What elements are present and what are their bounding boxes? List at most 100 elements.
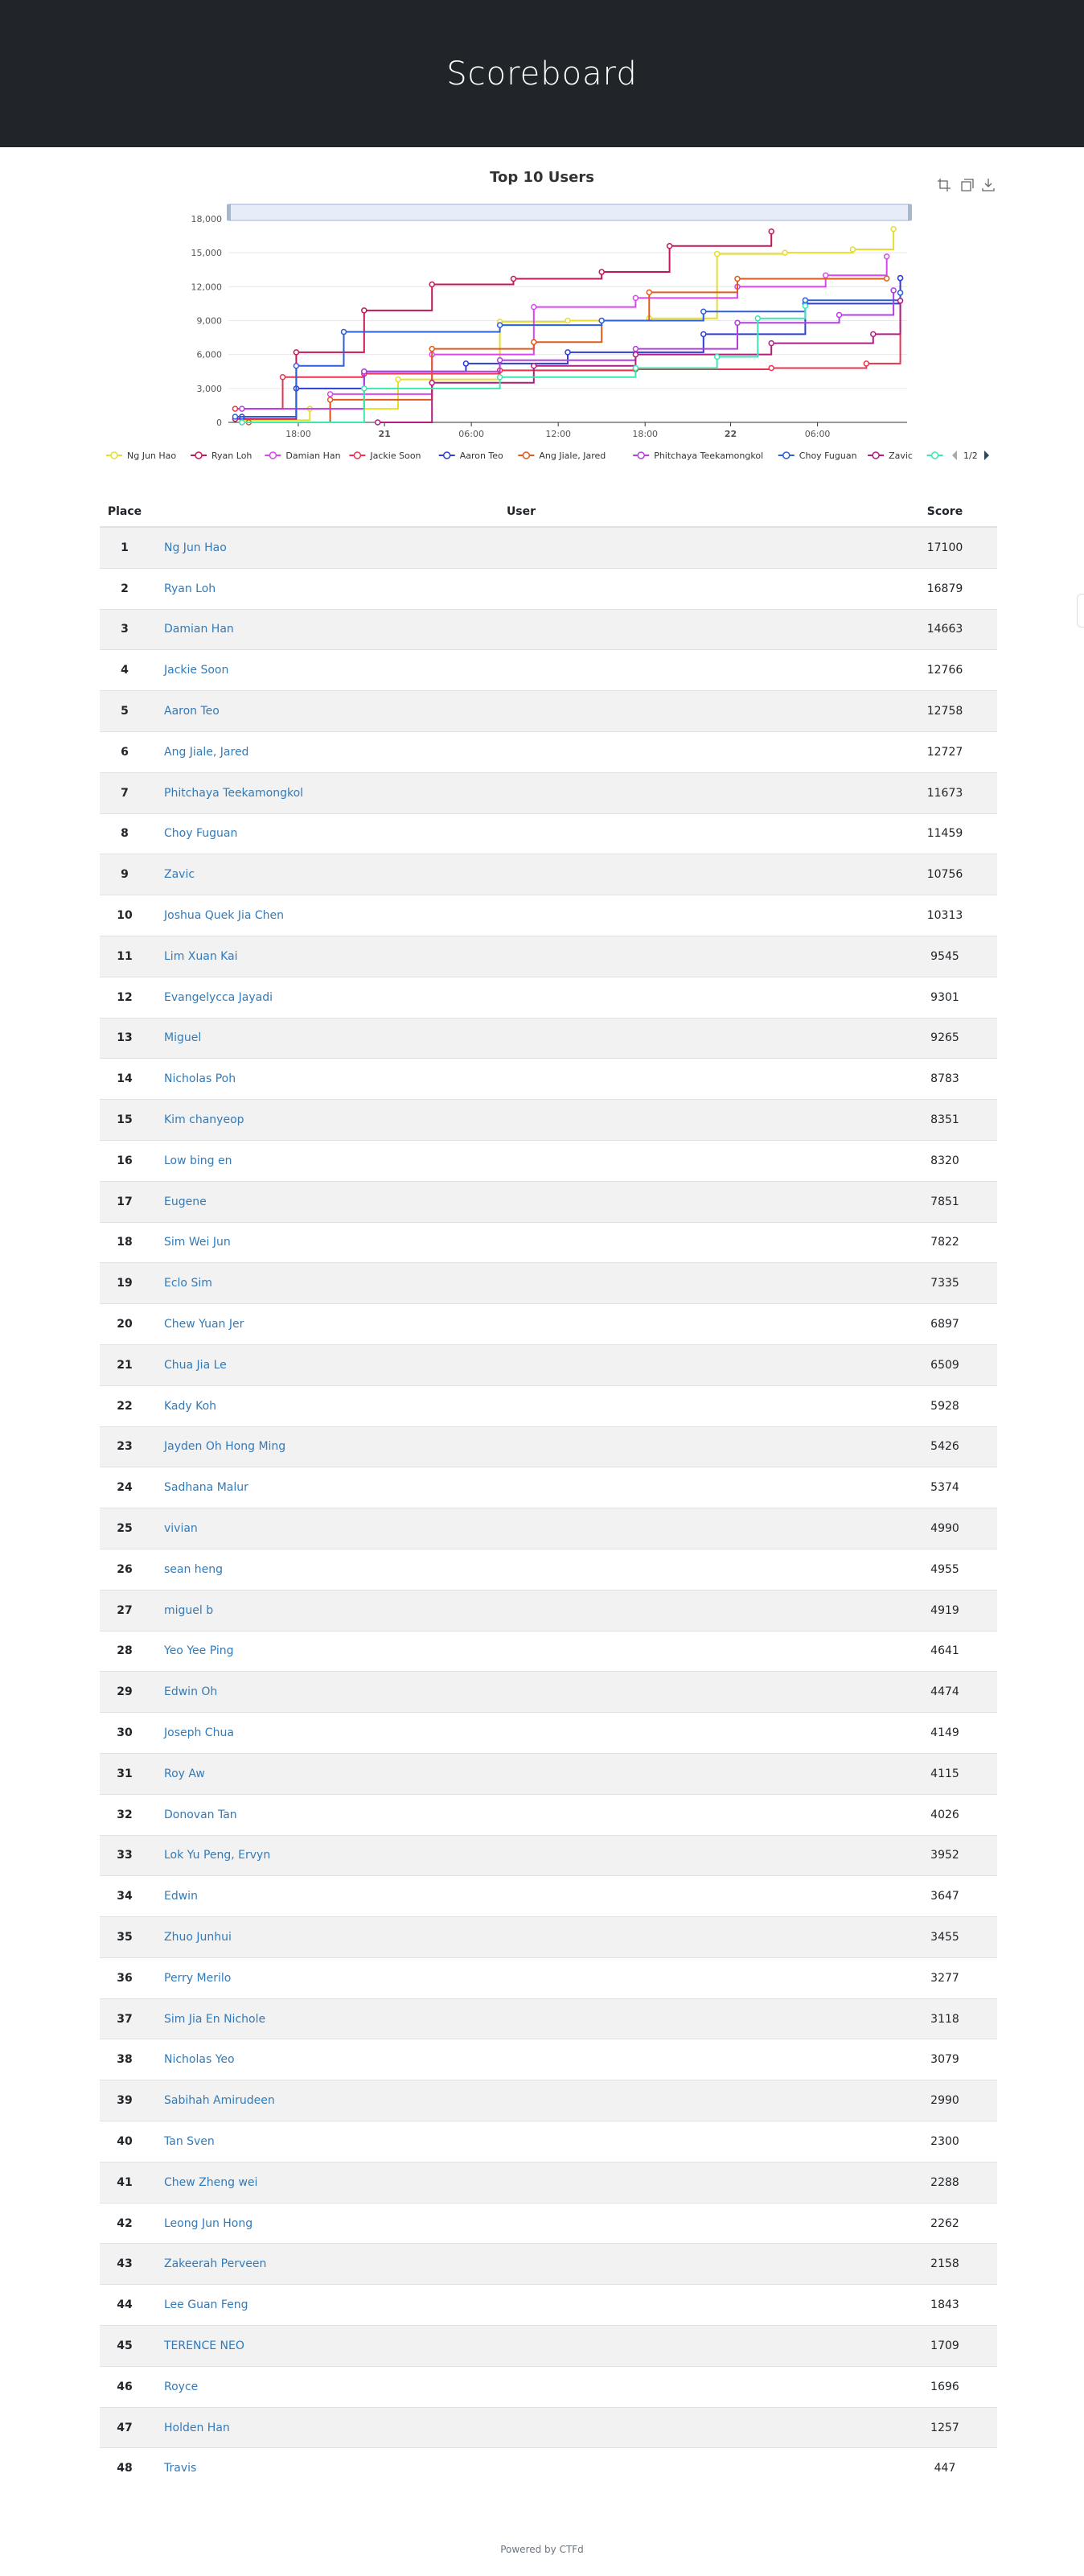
user-link[interactable]: Zhuo Junhui xyxy=(164,1931,232,1944)
score-cell: 5928 xyxy=(893,1385,997,1427)
user-link[interactable]: Holden Han xyxy=(164,2422,230,2434)
place-cell: 48 xyxy=(100,2447,150,2489)
user-link[interactable]: Miguel xyxy=(164,1031,201,1044)
user-link[interactable]: Edwin xyxy=(164,1890,198,1903)
user-link[interactable]: Phitchaya Teekamongkol xyxy=(164,787,303,800)
place-cell: 43 xyxy=(100,2243,150,2285)
place-cell: 9 xyxy=(100,854,150,895)
user-link[interactable]: sean heng xyxy=(164,1563,223,1576)
series-point xyxy=(496,356,503,364)
user-link[interactable]: Kady Koh xyxy=(164,1400,216,1413)
user-link[interactable]: Zavic xyxy=(164,868,195,881)
user-link[interactable]: Royce xyxy=(164,2381,198,2393)
user-link[interactable]: Edwin Oh xyxy=(164,1685,217,1698)
user-link[interactable]: Joshua Quek Jia Chen xyxy=(164,909,284,922)
legend-item[interactable]: Phitchaya Teekamongkol xyxy=(633,451,763,461)
user-link[interactable]: Sim Jia En Nichole xyxy=(164,2013,265,2026)
user-link[interactable]: Eugene xyxy=(164,1195,207,1208)
series-point xyxy=(531,362,537,369)
user-link[interactable]: Eclo Sim xyxy=(164,1277,212,1290)
user-link[interactable]: Yeo Yee Ping xyxy=(164,1644,233,1657)
user-link[interactable]: Donovan Tan xyxy=(164,1809,237,1821)
user-link[interactable]: Tan Sven xyxy=(164,2135,215,2148)
user-link[interactable]: Nicholas Yeo xyxy=(164,2053,235,2066)
scoreboard-table: Place User Score 1 Ng Jun Hao 17100 2 Ryan L… xyxy=(100,497,997,2489)
legend-next-page-icon[interactable] xyxy=(984,451,989,460)
legend-item[interactable]: Aaron Teo xyxy=(438,451,503,461)
place-cell: 2 xyxy=(100,567,150,610)
user-link[interactable]: Lim Xuan Kai xyxy=(164,950,238,963)
series-point xyxy=(734,319,741,327)
legend-item[interactable]: Ng Jun Hao xyxy=(106,451,176,461)
user-link[interactable]: Perry Merilo xyxy=(164,1972,231,1985)
side-panel-tab[interactable] xyxy=(1077,594,1084,628)
place-cell: 31 xyxy=(100,1752,150,1795)
legend-item[interactable] xyxy=(926,451,943,459)
legend-item[interactable]: Damian Han xyxy=(265,451,341,461)
series-point xyxy=(496,322,503,328)
user-link[interactable]: miguel b xyxy=(164,1604,213,1617)
legend-item[interactable]: Zavic xyxy=(868,451,913,461)
user-link[interactable]: Lee Guan Feng xyxy=(164,2298,248,2311)
user-link[interactable]: Travis xyxy=(164,2462,196,2475)
user-link[interactable]: Choy Fuguan xyxy=(164,827,237,840)
table-row: 45 TERENCE NEO 1709 xyxy=(100,2325,997,2367)
user-link[interactable]: Evangelycca Jayadi xyxy=(164,991,273,1004)
legend-prev-page-icon[interactable] xyxy=(952,451,957,460)
legend-marker xyxy=(353,451,362,459)
user-link[interactable]: Zakeerah Perveen xyxy=(164,2257,266,2270)
table-row: 20 Chew Yuan Jer 6897 xyxy=(100,1303,997,1345)
user-link[interactable]: Sabihah Amirudeen xyxy=(164,2094,275,2107)
user-link[interactable]: Jackie Soon xyxy=(164,664,228,677)
legend-marker xyxy=(110,451,118,459)
user-cell: Zavic xyxy=(150,854,893,895)
user-link[interactable]: Damian Han xyxy=(164,623,234,636)
user-link[interactable]: Chew Yuan Jer xyxy=(164,1318,244,1331)
user-link[interactable]: Nicholas Poh xyxy=(164,1072,236,1085)
table-row: 6 Ang Jiale, Jared 12727 xyxy=(100,730,997,773)
user-link[interactable]: Chua Jia Le xyxy=(164,1359,227,1372)
table-row: 41 Chew Zheng wei 2288 xyxy=(100,2161,997,2204)
user-link[interactable]: Jayden Oh Hong Ming xyxy=(164,1440,285,1453)
legend-item[interactable]: Choy Fuguan xyxy=(778,451,857,461)
user-cell: Eclo Sim xyxy=(150,1262,893,1304)
user-link[interactable]: Chew Zheng wei xyxy=(164,2176,257,2189)
user-link[interactable]: Aaron Teo xyxy=(164,705,220,718)
user-link[interactable]: Ryan Loh xyxy=(164,582,216,595)
user-link[interactable]: Leong Jun Hong xyxy=(164,2217,253,2230)
user-link[interactable]: Sadhana Malur xyxy=(164,1481,248,1494)
user-cell: Miguel xyxy=(150,1017,893,1059)
user-link[interactable]: Kim chanyeop xyxy=(164,1113,244,1126)
user-cell: Lee Guan Feng xyxy=(150,2284,893,2326)
place-cell: 25 xyxy=(100,1508,150,1549)
legend-marker xyxy=(930,451,939,459)
series-point xyxy=(768,339,774,347)
user-link[interactable]: Joseph Chua xyxy=(164,1726,234,1739)
series-point xyxy=(232,405,239,412)
legend-item[interactable]: Ang Jiale, Jared xyxy=(518,451,606,461)
datazoom-slider[interactable] xyxy=(228,204,911,221)
user-link[interactable]: Roy Aw xyxy=(164,1767,205,1780)
legend-item[interactable]: Jackie Soon xyxy=(349,451,421,461)
datazoom-handle-left[interactable] xyxy=(227,204,231,220)
user-link[interactable]: Low bing en xyxy=(164,1154,232,1167)
user-link[interactable]: TERENCE NEO xyxy=(164,2339,244,2352)
place-cell: 1 xyxy=(100,526,150,569)
user-link[interactable]: vivian xyxy=(164,1522,198,1535)
user-link[interactable]: Ang Jiale, Jared xyxy=(164,746,248,759)
series-point xyxy=(565,317,571,324)
user-link[interactable]: Sim Wei Jun xyxy=(164,1236,231,1249)
series-point xyxy=(496,374,503,381)
user-link[interactable]: Lok Yu Peng, Ervyn xyxy=(164,1849,270,1862)
user-cell: Joseph Chua xyxy=(150,1712,893,1754)
table-row: 18 Sim Wei Jun 7822 xyxy=(100,1221,997,1263)
y-tick-label: 9,000 xyxy=(197,316,223,327)
table-row: 40 Tan Sven 2300 xyxy=(100,2121,997,2162)
user-link[interactable]: Ng Jun Hao xyxy=(164,541,227,554)
place-cell: 18 xyxy=(100,1221,150,1263)
place-cell: 15 xyxy=(100,1099,150,1141)
place-cell: 12 xyxy=(100,976,150,1018)
legend-item[interactable]: Ryan Loh xyxy=(191,451,252,461)
datazoom-handle-right[interactable] xyxy=(908,204,912,220)
series-point xyxy=(361,307,367,314)
